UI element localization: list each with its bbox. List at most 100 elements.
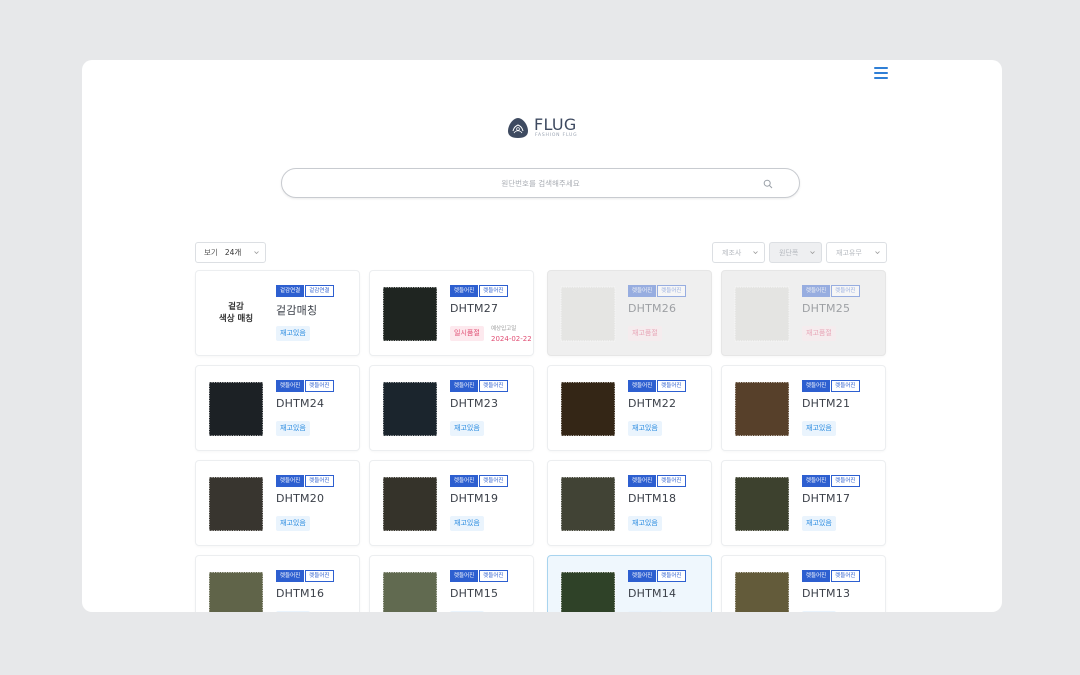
product-card[interactable]: 렛들어진 렛들어진 DHTM25 재고품절 xyxy=(721,270,886,356)
tag-group: 겉감연결 겉감연결 xyxy=(276,285,334,297)
product-code: 겉감매칭 xyxy=(276,304,318,317)
fabric-swatch xyxy=(208,476,264,532)
product-card[interactable]: 렛들어진 렛들어진 DHTM18 재고있음 xyxy=(547,460,712,546)
product-card[interactable]: 렛들어진 렛들어진 DHTM27 일시품절 예상입고일 2024-02-22 xyxy=(369,270,534,356)
stock-filter[interactable]: 재고유무 xyxy=(826,242,887,263)
tag-group: 렛들어진 렛들어진 xyxy=(628,475,686,487)
product-card[interactable]: 렛들어진 렛들어진 DHTM26 재고품절 xyxy=(547,270,712,356)
product-code: DHTM18 xyxy=(628,492,677,505)
product-code: DHTM14 xyxy=(628,587,677,600)
fabric-swatch xyxy=(734,476,790,532)
chevron-down-icon xyxy=(753,251,758,254)
restock-eta-date: 2024-02-22 xyxy=(491,335,532,343)
product-code: DHTM25 xyxy=(802,302,851,315)
restock-eta: 예상입고일 2024-02-22 xyxy=(491,324,532,344)
product-card[interactable]: 렛들어진 렛들어진 DHTM19 재고있음 xyxy=(369,460,534,546)
tag-group: 렛들어진 렛들어진 xyxy=(450,570,508,582)
tag-badge: 렛들어진 xyxy=(305,570,334,582)
fabric-swatch xyxy=(208,571,264,612)
tag-badge: 렛들어진 xyxy=(802,380,831,392)
tag-badge: 렛들어진 xyxy=(628,475,657,487)
stock-badge: 재고품절 xyxy=(628,326,662,341)
product-code: DHTM15 xyxy=(450,587,499,600)
tag-badge: 렛들어진 xyxy=(450,380,479,392)
tag-group: 렛들어진 렛들어진 xyxy=(802,475,860,487)
stock-badge: 재고있음 xyxy=(802,611,836,612)
view-count-select[interactable]: 보기 24개 xyxy=(195,242,266,263)
stock-badge: 재고있음 xyxy=(276,421,310,436)
tag-group: 렛들어진 렛들어진 xyxy=(276,475,334,487)
fabric-swatch xyxy=(734,286,790,342)
fabric-swatch xyxy=(560,571,616,612)
fabric-swatch xyxy=(382,571,438,612)
product-code: DHTM16 xyxy=(276,587,325,600)
tag-badge: 렛들어진 xyxy=(628,380,657,392)
product-code: DHTM27 xyxy=(450,302,499,315)
stock-badge: 재고있음 xyxy=(628,421,662,436)
product-card[interactable]: 렛들어진 렛들어진 DHTM23 재고있음 xyxy=(369,365,534,451)
tag-badge: 렛들어진 xyxy=(628,570,657,582)
fabric-swatch xyxy=(382,286,438,342)
logo-mark-icon xyxy=(508,118,528,138)
product-card[interactable]: 렛들어진 렛들어진 DHTM24 재고있음 xyxy=(195,365,360,451)
product-card[interactable]: 렛들어진 렛들어진 DHTM20 재고있음 xyxy=(195,460,360,546)
product-card[interactable]: 렛들어진렛들어진 DHTM13 재고있음 xyxy=(721,555,886,612)
tag-badge: 렛들어진 xyxy=(831,285,860,297)
product-card[interactable]: 렛들어진 렛들어진 DHTM21 재고있음 xyxy=(721,365,886,451)
tag-badge: 겉감연결 xyxy=(305,285,334,297)
fabric-swatch xyxy=(382,476,438,532)
stock-badge: 재고있음 xyxy=(628,516,662,531)
tag-group: 렛들어진 렛들어진 xyxy=(628,285,686,297)
chevron-down-icon xyxy=(810,251,815,254)
tag-group: 렛들어진 렛들어진 xyxy=(450,475,508,487)
search-icon[interactable] xyxy=(763,179,773,189)
product-card[interactable]: 렛들어진 렛들어진 DHTM17 재고있음 xyxy=(721,460,886,546)
stock-badge: 재고있음 xyxy=(450,611,484,612)
product-code: DHTM22 xyxy=(628,397,677,410)
stock-badge: 재고있음 xyxy=(276,326,310,341)
product-card[interactable]: 렛들어진 렛들어진 DHTM22 재고있음 xyxy=(547,365,712,451)
hamburger-menu-icon[interactable] xyxy=(874,67,888,79)
stock-badge: 재고있음 xyxy=(450,516,484,531)
search-input[interactable] xyxy=(282,169,799,197)
tag-badge: 렛들어진 xyxy=(831,380,860,392)
logo-wordmark: FLUG xyxy=(534,115,577,134)
tag-badge: 렛들어진 xyxy=(657,285,686,297)
tag-group: 렛들어진 렛들어진 xyxy=(628,570,686,582)
chevron-down-icon xyxy=(254,251,259,254)
product-card[interactable]: 겉감 색상 매칭 겉감연결 겉감연결 겉감매칭 재고있음 xyxy=(195,270,360,356)
width-filter[interactable]: 원단폭 xyxy=(769,242,822,263)
product-code: DHTM19 xyxy=(450,492,499,505)
stock-badge: 재고있음 xyxy=(276,611,310,612)
product-code: DHTM21 xyxy=(802,397,851,410)
fabric-swatch xyxy=(560,286,616,342)
product-code: DHTM17 xyxy=(802,492,851,505)
tag-badge: 렛들어진 xyxy=(802,570,831,582)
tag-badge: 렛들어진 xyxy=(305,475,334,487)
tag-badge: 렛들어진 xyxy=(831,475,860,487)
tag-group: 렛들어진 렛들어진 xyxy=(276,380,334,392)
search-bar xyxy=(281,168,800,198)
product-card[interactable]: 렛들어진렛들어진 DHTM14 재고있음 xyxy=(547,555,712,612)
chevron-down-icon xyxy=(875,251,880,254)
tag-badge: 렛들어진 xyxy=(657,475,686,487)
fabric-swatch xyxy=(560,476,616,532)
product-card[interactable]: 렛들어진렛들어진 DHTM15 재고있음 xyxy=(369,555,534,612)
stock-badge: 재고품절 xyxy=(802,326,836,341)
brand-logo[interactable]: FLUG FASHION FLUG xyxy=(506,115,578,141)
tag-group: 렛들어진 렛들어진 xyxy=(628,380,686,392)
tag-group: 렛들어진 렛들어진 xyxy=(802,570,860,582)
tag-badge: 렛들어진 xyxy=(628,285,657,297)
width-filter-label: 원단폭 xyxy=(779,248,799,257)
tag-badge: 렛들어진 xyxy=(479,285,508,297)
logo-subtitle: FASHION FLUG xyxy=(535,133,578,138)
fabric-swatch xyxy=(208,381,264,437)
product-card[interactable]: 렛들어진렛들어진 DHTM16 재고있음 xyxy=(195,555,360,612)
tag-badge: 렛들어진 xyxy=(450,475,479,487)
tag-group: 렛들어진 렛들어진 xyxy=(802,285,860,297)
tag-badge: 겉감연결 xyxy=(276,285,305,297)
tag-badge: 렛들어진 xyxy=(479,380,508,392)
tag-badge: 렛들어진 xyxy=(657,570,686,582)
stock-badge: 재고있음 xyxy=(802,516,836,531)
manufacturer-filter[interactable]: 제조사 xyxy=(712,242,765,263)
